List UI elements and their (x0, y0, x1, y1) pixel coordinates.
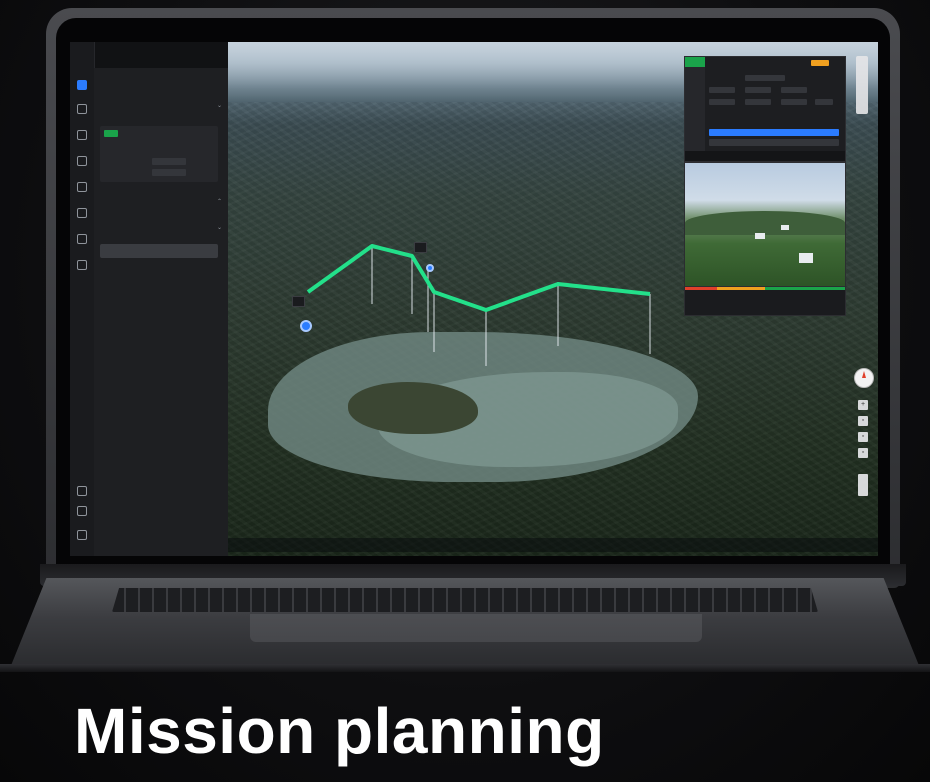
zoom-slider[interactable] (858, 474, 868, 496)
info-field (745, 75, 785, 81)
device-card[interactable] (100, 126, 218, 182)
info-field (709, 99, 735, 105)
camera-building (781, 225, 789, 230)
telemetry-bar (684, 286, 846, 316)
help-icon[interactable] (77, 506, 87, 516)
status-badge (811, 60, 829, 66)
zoom-in-button[interactable]: + (858, 400, 868, 410)
camera-building (755, 233, 765, 239)
map-tool-stack (856, 56, 868, 114)
secondary-action-button[interactable] (709, 139, 839, 146)
waypoint-label[interactable] (414, 242, 428, 253)
chevron-down-icon[interactable]: ⌄ (217, 224, 222, 231)
map-status-bar (228, 538, 878, 552)
laptop-base-edge (0, 664, 930, 672)
dock-marker-icon[interactable] (426, 264, 434, 272)
laptop-screen: ⌄ ⌃ ⌄ + ▫ ▫ ▫ (70, 42, 878, 556)
task-icon[interactable] (77, 234, 87, 244)
project-panel: ⌄ ⌃ ⌄ (94, 68, 229, 556)
media-icon[interactable] (77, 156, 87, 166)
map-view[interactable]: + ▫ ▫ ▫ (228, 42, 878, 556)
info-field (745, 87, 771, 93)
chevron-down-icon[interactable]: ⌄ (217, 102, 222, 109)
route-icon[interactable] (77, 130, 87, 140)
camera-toolbar (685, 151, 845, 161)
camera-feed[interactable] (684, 162, 846, 288)
layer-button[interactable]: ▫ (858, 448, 868, 458)
logout-icon[interactable] (77, 530, 87, 540)
model-icon[interactable] (77, 208, 87, 218)
camera-hill (685, 211, 845, 235)
product-scene: ⌄ ⌃ ⌄ + ▫ ▫ ▫ Mission planning (0, 0, 930, 782)
status-badge (104, 130, 118, 137)
compass-icon[interactable] (854, 368, 874, 388)
device-field (152, 169, 186, 176)
page-caption: Mission planning (74, 695, 605, 767)
camera-building (799, 253, 813, 263)
laptop-keyboard (112, 588, 818, 612)
layer-button[interactable]: ▫ (858, 432, 868, 442)
waypoint-label[interactable] (292, 296, 306, 307)
panel-side-tabs (685, 57, 705, 161)
member-chip[interactable] (100, 244, 218, 258)
info-field (781, 87, 807, 93)
info-field (709, 87, 735, 93)
app-icon-bar (70, 42, 95, 556)
laptop-trackpad (250, 614, 702, 642)
info-field (815, 99, 833, 105)
project-icon[interactable] (77, 80, 87, 90)
primary-action-button[interactable] (709, 129, 839, 136)
route-line[interactable] (306, 244, 651, 312)
battery-level-bar (685, 287, 845, 290)
info-field (781, 99, 807, 105)
layer-button[interactable]: ▫ (858, 416, 868, 426)
tab-active[interactable] (685, 57, 705, 67)
device-field (152, 158, 186, 165)
drone-marker-icon[interactable] (300, 320, 312, 332)
annotation-icon[interactable] (77, 260, 87, 270)
info-field (745, 99, 771, 105)
device-icon[interactable] (77, 104, 87, 114)
settings-icon[interactable] (77, 486, 87, 496)
map-icon[interactable] (77, 182, 87, 192)
flight-control-panel (684, 56, 846, 162)
chevron-up-icon[interactable]: ⌃ (217, 198, 222, 205)
